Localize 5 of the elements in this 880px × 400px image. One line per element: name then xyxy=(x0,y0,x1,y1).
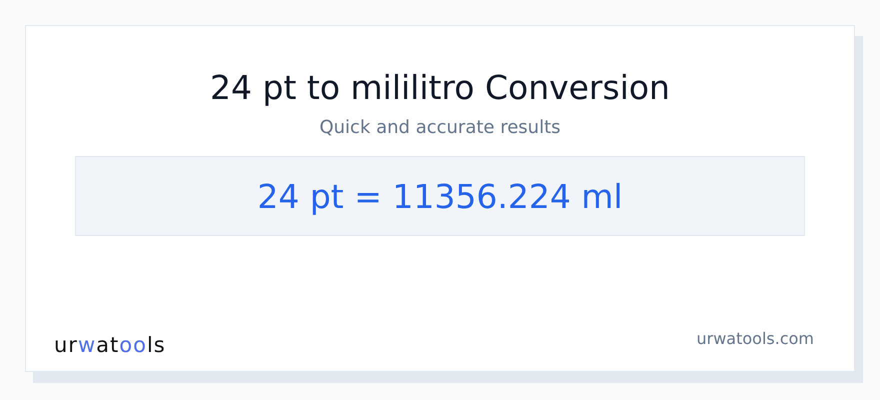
conversion-result: 24 pt = 11356.224 ml xyxy=(75,156,805,236)
logo: urwatools xyxy=(54,333,166,357)
subtitle: Quick and accurate results xyxy=(319,116,561,140)
page-title: 24 pt to mililitro Conversion xyxy=(210,67,670,109)
site-url: urwatools.com xyxy=(696,328,814,348)
